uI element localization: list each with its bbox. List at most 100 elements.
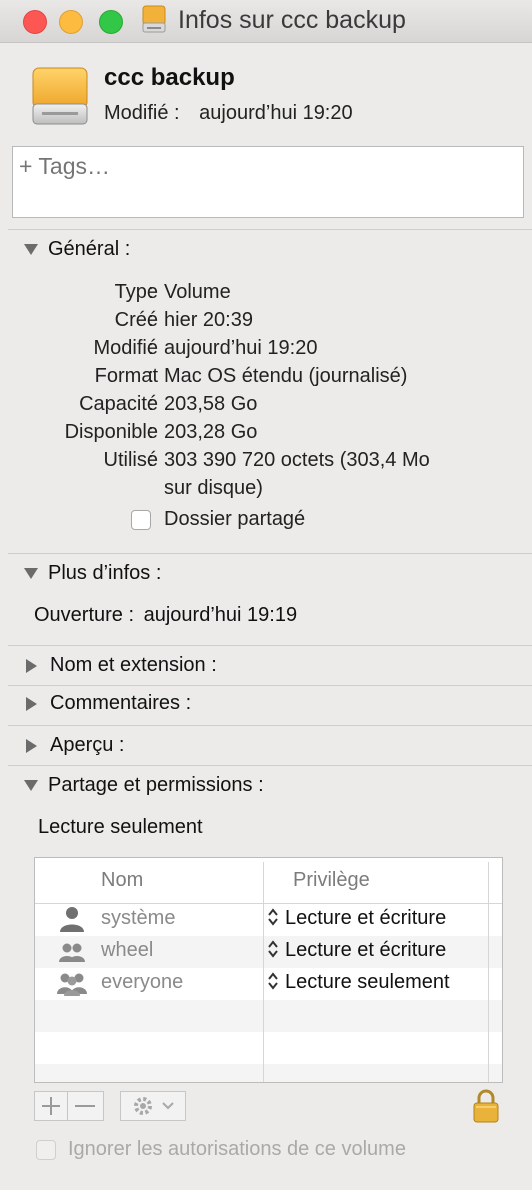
plus-icon bbox=[42, 1097, 60, 1115]
section-general-title: Général : bbox=[48, 238, 131, 260]
group-icon bbox=[59, 943, 85, 962]
section-comments[interactable]: Commentaires : bbox=[24, 692, 191, 715]
column-header-privilege[interactable]: Privilège bbox=[293, 869, 370, 892]
table-row[interactable]: système Lecture et écriture bbox=[35, 904, 502, 936]
general-label: Disponible bbox=[64, 421, 158, 443]
general-label: Format bbox=[94, 365, 158, 387]
divider bbox=[8, 725, 532, 726]
column-divider bbox=[263, 862, 264, 1082]
maximize-button[interactable] bbox=[99, 10, 123, 34]
general-value: hier 20:39 bbox=[164, 309, 253, 331]
action-menu-button[interactable] bbox=[120, 1091, 186, 1121]
up-down-arrows-icon bbox=[268, 908, 278, 926]
general-label: Utilisé bbox=[103, 449, 158, 471]
colon: : bbox=[148, 309, 154, 331]
general-value: aujourd’hui 19:20 bbox=[164, 337, 318, 359]
general-value: Volume bbox=[164, 281, 231, 303]
permissions-table: Nom Privilège système Lecture et écritur… bbox=[34, 857, 503, 1083]
section-more-info[interactable]: Plus d’infos : bbox=[24, 562, 161, 585]
row-name: everyone bbox=[101, 971, 184, 993]
general-label: Type bbox=[114, 281, 158, 303]
disclosure-closed-icon[interactable] bbox=[26, 738, 37, 753]
colon: : bbox=[148, 365, 154, 387]
general-value: 303 390 720 octets (303,4 Mo bbox=[164, 449, 430, 471]
everyone-icon bbox=[57, 973, 87, 996]
gear-icon bbox=[134, 1097, 174, 1115]
row-name: système bbox=[101, 907, 176, 929]
disclosure-open-icon[interactable] bbox=[24, 244, 38, 255]
info-window: Infos sur ccc backup ccc backup Modifié … bbox=[0, 0, 532, 1190]
section-preview-title: Aperçu : bbox=[50, 734, 125, 756]
section-sharing-title: Partage et permissions : bbox=[48, 774, 264, 796]
empty-row bbox=[35, 1000, 502, 1032]
close-button[interactable] bbox=[23, 10, 47, 34]
tags-input[interactable] bbox=[19, 153, 509, 180]
empty-row bbox=[35, 1032, 502, 1064]
opened-row: Ouverture : aujourd’hui 19:19 bbox=[34, 604, 297, 627]
privilege-value: Lecture et écriture bbox=[285, 939, 447, 961]
divider bbox=[8, 685, 532, 686]
colon: : bbox=[148, 421, 154, 443]
disclosure-closed-icon[interactable] bbox=[26, 696, 37, 711]
section-general[interactable]: Général : bbox=[24, 238, 130, 261]
section-more-info-title: Plus d’infos : bbox=[48, 562, 162, 584]
disclosure-open-icon[interactable] bbox=[24, 780, 38, 791]
up-down-arrows-icon bbox=[268, 972, 278, 990]
column-header-name[interactable]: Nom bbox=[101, 869, 143, 892]
section-sharing[interactable]: Partage et permissions : bbox=[24, 774, 264, 797]
drive-icon bbox=[142, 5, 166, 33]
minimize-button[interactable] bbox=[59, 10, 83, 34]
column-divider bbox=[488, 862, 489, 1082]
empty-row bbox=[35, 1064, 502, 1082]
general-value: 203,28 Go bbox=[164, 421, 258, 443]
header-modified-value: aujourd’hui 19:20 bbox=[199, 102, 353, 124]
general-value: 203,58 Go bbox=[164, 393, 258, 415]
window-title: Infos sur ccc backup bbox=[178, 6, 406, 34]
privilege-popup[interactable]: Lecture seulement bbox=[267, 971, 450, 994]
privilege-value: Lecture et écriture bbox=[285, 907, 447, 929]
colon: : bbox=[148, 337, 154, 359]
up-down-arrows-icon bbox=[268, 940, 278, 958]
ignore-permissions-label[interactable]: Ignorer les autorisations de ce volume bbox=[68, 1138, 406, 1161]
table-row[interactable]: wheel Lecture et écriture bbox=[35, 936, 502, 968]
opened-label: Ouverture : bbox=[34, 604, 135, 626]
minus-icon bbox=[75, 1105, 95, 1107]
general-label: Modifié bbox=[93, 337, 158, 359]
header-modified: Modifié : aujourd’hui 19:20 bbox=[104, 102, 353, 125]
user-icon bbox=[60, 907, 84, 932]
general-value-continued: sur disque) bbox=[164, 477, 263, 499]
remove-user-button[interactable] bbox=[68, 1091, 104, 1121]
shared-folder-checkbox[interactable] bbox=[131, 510, 151, 530]
table-row[interactable]: everyone Lecture seulement bbox=[35, 968, 502, 1000]
add-user-button[interactable] bbox=[34, 1091, 68, 1121]
divider bbox=[8, 645, 532, 646]
ignore-permissions-checkbox[interactable] bbox=[36, 1140, 56, 1160]
drive-icon-large bbox=[32, 67, 88, 125]
disclosure-closed-icon[interactable] bbox=[26, 658, 37, 673]
privilege-value: Lecture seulement bbox=[285, 971, 450, 993]
tags-box[interactable] bbox=[12, 146, 524, 218]
divider bbox=[8, 553, 532, 554]
permissions-table-header: Nom Privilège bbox=[35, 858, 502, 904]
sharing-status: Lecture seulement bbox=[38, 816, 203, 838]
opened-value: aujourd’hui 19:19 bbox=[143, 604, 298, 626]
general-label: Créé bbox=[114, 309, 158, 331]
section-preview[interactable]: Aperçu : bbox=[24, 734, 124, 757]
shared-folder-label[interactable]: Dossier partagé bbox=[164, 508, 305, 531]
privilege-popup[interactable]: Lecture et écriture bbox=[267, 939, 446, 962]
divider bbox=[8, 229, 532, 230]
file-name: ccc backup bbox=[104, 64, 235, 91]
section-comments-title: Commentaires : bbox=[50, 692, 192, 714]
disclosure-open-icon[interactable] bbox=[24, 568, 38, 579]
lock-icon[interactable] bbox=[471, 1088, 501, 1124]
general-value: Mac OS étendu (journalisé) bbox=[164, 365, 408, 387]
section-name-extension-title: Nom et extension : bbox=[50, 654, 217, 676]
header-modified-label: Modifié : bbox=[104, 102, 180, 124]
privilege-popup[interactable]: Lecture et écriture bbox=[267, 907, 446, 930]
general-label: Capacité bbox=[79, 393, 158, 415]
colon: : bbox=[148, 393, 154, 415]
title-bar: Infos sur ccc backup bbox=[0, 0, 532, 43]
section-name-extension[interactable]: Nom et extension : bbox=[24, 654, 217, 677]
row-name: wheel bbox=[101, 939, 154, 961]
colon: : bbox=[148, 281, 154, 303]
